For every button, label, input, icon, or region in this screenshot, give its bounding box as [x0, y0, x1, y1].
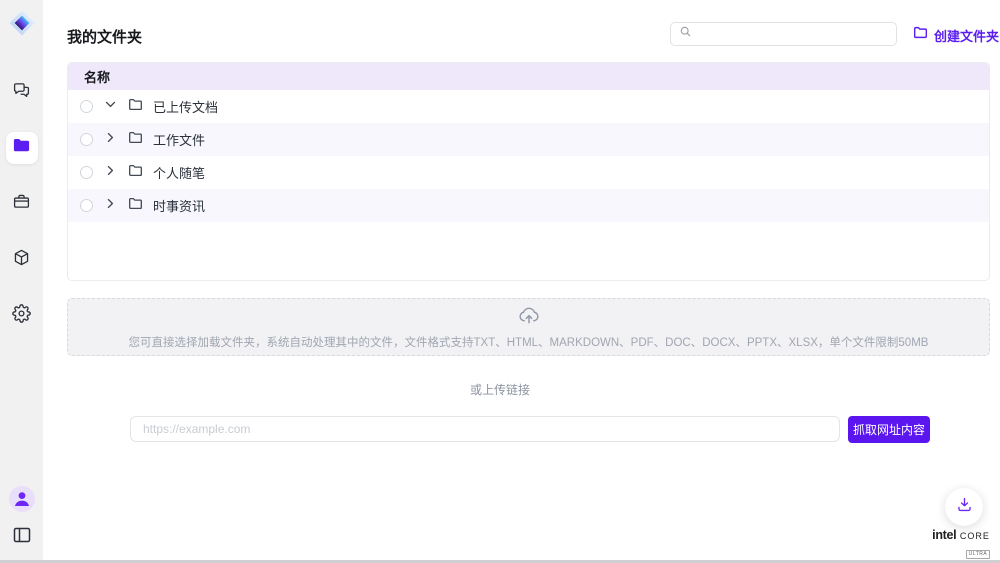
folder-name: 工作文件 [153, 130, 205, 149]
create-folder-label: 创建文件夹 [934, 26, 999, 45]
row-checkbox[interactable] [80, 100, 93, 113]
intel-brand-text: intel [932, 528, 956, 542]
folder-table: 名称 已上传文档 [67, 62, 990, 281]
row-checkbox[interactable] [80, 166, 93, 179]
cube-icon [12, 248, 31, 272]
folder-table-body: 已上传文档 工作文件 [68, 90, 989, 222]
table-header: 名称 [68, 63, 989, 90]
download-icon [956, 496, 973, 518]
table-row[interactable]: 时事资讯 [68, 189, 989, 222]
folder-name: 时事资讯 [153, 196, 205, 215]
chat-icon [12, 80, 31, 104]
intel-product-text: core [960, 528, 990, 542]
avatar-icon [9, 499, 35, 512]
app-logo[interactable] [7, 8, 37, 38]
upload-dropzone[interactable]: 您可直接选择加载文件夹，系统自动处理其中的文件，文件格式支持TXT、HTML、M… [67, 298, 990, 356]
column-name: 名称 [84, 67, 110, 86]
panel-icon [11, 533, 33, 550]
table-row[interactable]: 已上传文档 [68, 90, 989, 123]
search-icon [679, 25, 692, 43]
search-box [670, 22, 897, 46]
chevron-down-icon[interactable] [103, 97, 118, 117]
chevron-right-icon[interactable] [103, 130, 118, 150]
cloud-upload-icon [517, 305, 541, 331]
intel-ultra-badge: ultra [966, 550, 991, 559]
gear-icon [12, 304, 31, 328]
sidebar-bottom [9, 486, 35, 546]
folder-name: 个人随笔 [153, 163, 205, 182]
sidebar-item-settings[interactable] [6, 300, 38, 332]
sidebar [0, 0, 43, 560]
or-upload-link-label: 或上传链接 [0, 381, 1000, 398]
folder-icon [128, 196, 143, 216]
sidebar-item-workspace[interactable] [6, 188, 38, 220]
search-input[interactable] [692, 23, 896, 45]
intel-core-ultra-logo: intel core ultra [928, 528, 994, 560]
folder-icon [12, 136, 31, 160]
download-button[interactable] [945, 488, 983, 526]
sidebar-item-folders[interactable] [6, 132, 38, 164]
row-checkbox[interactable] [80, 133, 93, 146]
table-row[interactable]: 个人随笔 [68, 156, 989, 189]
fetch-url-button[interactable]: 抓取网址内容 [848, 416, 930, 443]
url-input[interactable] [130, 416, 840, 442]
collapse-panel-button[interactable] [11, 524, 33, 546]
sidebar-nav [6, 76, 38, 332]
folder-icon [128, 163, 143, 183]
table-row[interactable]: 工作文件 [68, 123, 989, 156]
chevron-right-icon[interactable] [103, 196, 118, 216]
create-folder-button[interactable]: 创建文件夹 [913, 25, 999, 45]
upload-hint: 您可直接选择加载文件夹，系统自动处理其中的文件，文件格式支持TXT、HTML、M… [129, 334, 929, 350]
folder-icon [128, 130, 143, 150]
sidebar-item-chat[interactable] [6, 76, 38, 108]
page-title: 我的文件夹 [67, 26, 142, 47]
row-checkbox[interactable] [80, 199, 93, 212]
folder-name: 已上传文档 [153, 97, 218, 116]
app-window: 我的文件夹 创建文件夹 名称 [0, 0, 1000, 563]
folder-icon [128, 97, 143, 117]
briefcase-icon [12, 192, 31, 216]
sidebar-item-models[interactable] [6, 244, 38, 276]
chevron-right-icon[interactable] [103, 163, 118, 183]
avatar[interactable] [9, 486, 35, 512]
folder-plus-icon [913, 25, 928, 45]
